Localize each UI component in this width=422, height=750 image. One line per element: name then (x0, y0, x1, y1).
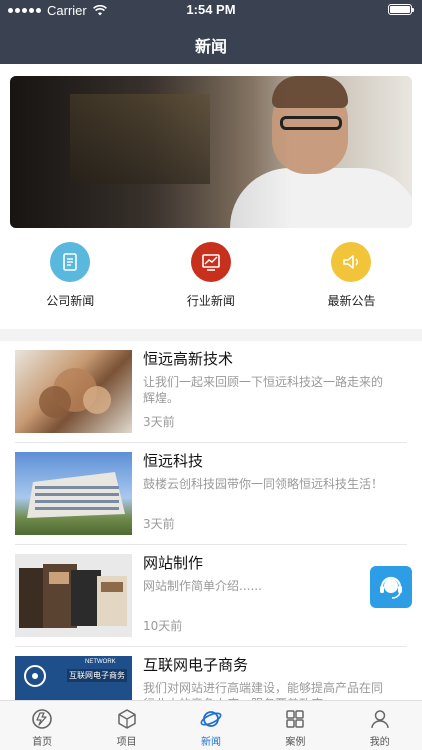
chart-icon (190, 242, 231, 282)
news-title: 网站制作 (143, 554, 204, 572)
news-summary: 我们对网站进行高端建设，能够提高产品在同行业内的竞争力度，服务覆盖政府 (143, 681, 384, 700)
tab-projects[interactable]: 项目 (84, 701, 168, 750)
top-section: 公司新闻 行业新闻 最新公告 (0, 64, 422, 329)
tab-label: 项目 (116, 737, 137, 748)
tab-label: 新闻 (200, 737, 221, 748)
news-item[interactable]: NETWORK 互联网电子商务 互联网电子商务 我们对网站进行高端建设，能够提高… (15, 647, 407, 700)
category-row: 公司新闻 行业新闻 最新公告 (0, 242, 422, 312)
tab-news[interactable]: 新闻 (169, 701, 253, 750)
news-item[interactable]: 恒远高新技术 让我们一起来回顾一下恒远科技这一路走来的辉煌。 3天前 (15, 341, 407, 443)
clock: 1:54 PM (186, 2, 236, 17)
tab-bar: 首页 项目 新闻 案例 我的 (0, 700, 422, 750)
planet-icon (200, 711, 222, 727)
page-title: 新闻 (194, 37, 227, 56)
user-icon (371, 710, 389, 729)
battery-icon (388, 4, 414, 15)
news-item[interactable]: 恒远科技 鼓楼云创科技园带你一同领略恒远科技生活！ 3天前 (15, 443, 407, 545)
category-industry-news[interactable]: 行业新闻 (141, 242, 282, 312)
news-item[interactable]: 网站制作 网站制作简单介绍...... 10天前 (15, 545, 407, 647)
news-title: 恒远科技 (143, 452, 204, 470)
customer-service-button[interactable] (370, 566, 412, 608)
news-title: 互联网电子商务 (143, 656, 249, 674)
news-summary: 网站制作简单介绍...... (143, 579, 262, 593)
tab-mine[interactable]: 我的 (338, 701, 422, 750)
tab-label: 案例 (285, 737, 306, 748)
news-time: 3天前 (143, 517, 175, 531)
news-thumbnail (15, 350, 132, 433)
category-announcements[interactable]: 最新公告 (281, 242, 422, 312)
tab-label: 首页 (32, 737, 53, 748)
category-label: 公司新闻 (46, 294, 95, 308)
status-bar: Carrier 1:54 PM (0, 0, 422, 20)
home-icon (32, 709, 52, 729)
news-list: 恒远高新技术 让我们一起来回顾一下恒远科技这一路走来的辉煌。 3天前 恒远科技 … (0, 341, 422, 700)
news-thumbnail (15, 452, 132, 535)
grid-icon (286, 710, 305, 728)
category-label: 行业新闻 (186, 294, 235, 308)
banner-image[interactable] (10, 76, 412, 228)
news-time: 10天前 (143, 619, 183, 633)
category-label: 最新公告 (327, 294, 376, 308)
tab-label: 我的 (369, 737, 390, 748)
category-company-news[interactable]: 公司新闻 (0, 242, 141, 312)
tab-home[interactable]: 首页 (0, 701, 84, 750)
news-thumbnail: NETWORK 互联网电子商务 (15, 656, 132, 700)
news-time: 3天前 (143, 415, 175, 429)
document-icon (50, 242, 91, 282)
news-thumbnail (15, 554, 132, 637)
headset-icon (380, 576, 402, 599)
news-summary: 鼓楼云创科技园带你一同领略恒远科技生活！ (143, 477, 384, 491)
tab-cases[interactable]: 案例 (253, 701, 337, 750)
box-icon (117, 709, 136, 729)
news-summary: 让我们一起来回顾一下恒远科技这一路走来的辉煌。 (143, 375, 384, 405)
megaphone-icon (331, 242, 372, 282)
nav-header: Carrier 1:54 PM 新闻 (0, 0, 422, 64)
banner-shade (10, 76, 412, 228)
news-title: 恒远高新技术 (143, 350, 234, 368)
